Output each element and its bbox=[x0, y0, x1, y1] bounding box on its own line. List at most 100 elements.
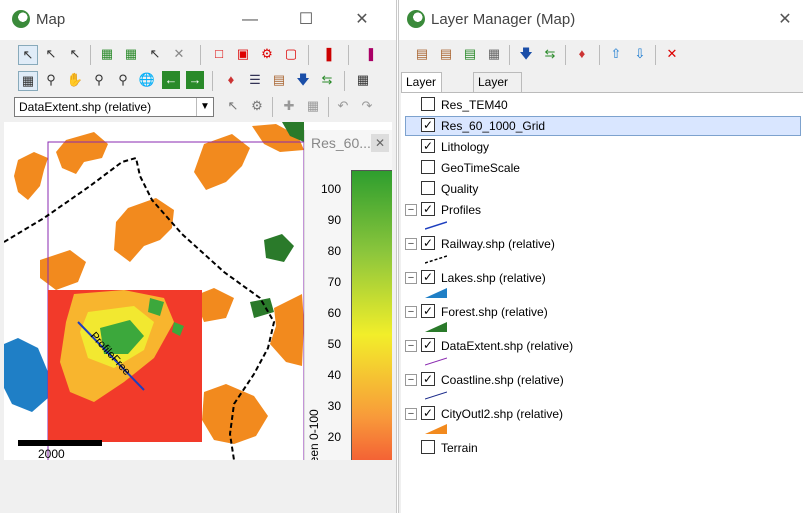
attribute-table-icon[interactable]: ▦ bbox=[485, 45, 503, 63]
layer-row[interactable]: − ✓ DataExtent.shp (relative) bbox=[401, 336, 801, 356]
zoom-extent-icon[interactable]: ⚲ bbox=[42, 71, 60, 89]
refresh-icon[interactable]: ⇆ bbox=[318, 71, 336, 89]
color-bar-icon[interactable]: ❚ bbox=[362, 45, 380, 63]
add-vertex-icon[interactable]: ✚ bbox=[280, 97, 298, 115]
move-down-arrow-icon[interactable]: ⇩ bbox=[631, 45, 649, 63]
layer-row[interactable]: − ✓ CityOutl2.shp (relative) bbox=[401, 404, 801, 424]
layer-visibility-checkbox[interactable] bbox=[421, 440, 435, 454]
layer-label: DataExtent.shp (relative) bbox=[441, 339, 574, 353]
add-layer-icon[interactable]: ♦ bbox=[222, 71, 240, 89]
layer-row[interactable]: Quality bbox=[401, 179, 801, 199]
layer-symbol-purple-line bbox=[424, 355, 448, 366]
layer-visibility-checkbox[interactable]: ✓ bbox=[421, 406, 435, 420]
layer-visibility-checkbox[interactable]: ✓ bbox=[421, 304, 435, 318]
layer-row[interactable]: GeoTimeScale bbox=[401, 158, 801, 178]
pointer-icon[interactable]: ↖ bbox=[18, 45, 38, 65]
layer-visibility-checkbox[interactable]: ✓ bbox=[421, 139, 435, 153]
add-layer-icon[interactable]: ♦ bbox=[573, 45, 591, 63]
layer-edit-icon[interactable]: ▤ bbox=[437, 45, 455, 63]
collapse-icon[interactable]: − bbox=[405, 204, 417, 216]
collapse-icon[interactable]: − bbox=[405, 374, 417, 386]
move-down-icon[interactable]: 🡇 bbox=[294, 71, 312, 89]
layer-row[interactable]: − ✓ Lakes.shp (relative) bbox=[401, 268, 801, 288]
frame-icon[interactable]: ▣ bbox=[234, 45, 252, 63]
layer-row[interactable]: Res_TEM40 bbox=[401, 95, 801, 115]
city-area bbox=[40, 250, 86, 290]
layer-visibility-checkbox[interactable]: ✓ bbox=[421, 118, 435, 132]
layer-combo[interactable]: DataExtent.shp (relative) ▼ bbox=[14, 97, 214, 117]
select-icon[interactable]: ↖ bbox=[42, 45, 60, 63]
map-grid-icon[interactable]: ▦ bbox=[18, 71, 38, 91]
collapse-icon[interactable]: − bbox=[405, 408, 417, 420]
legend-close-icon[interactable]: ✕ bbox=[371, 134, 389, 152]
map-toolbar-navigate: ▦ ⚲ ✋ ⚲ ⚲ 🌐 ← → ♦ ☰ ▤ 🡇 ⇆ ▦ bbox=[4, 68, 394, 94]
layer-visibility-checkbox[interactable] bbox=[421, 160, 435, 174]
layer-row[interactable]: Terrain bbox=[401, 438, 801, 458]
tab-layer-groups[interactable]: Layer Groups bbox=[473, 72, 523, 108]
select-area-icon[interactable]: ▦ bbox=[122, 45, 140, 63]
layer-visibility-checkbox[interactable]: ✓ bbox=[421, 270, 435, 284]
legend-tick: 60 bbox=[327, 306, 341, 320]
layer-row[interactable]: ✓ Lithology bbox=[401, 137, 801, 157]
layer-properties-icon[interactable]: ▤ bbox=[270, 71, 288, 89]
zoom-out-icon[interactable]: ⚲ bbox=[114, 71, 132, 89]
layer-label: Res_TEM40 bbox=[441, 98, 508, 112]
map-canvas[interactable]: ProfileFree Res_60... ✕ 100 90 80 70 60 … bbox=[4, 122, 392, 460]
gear-red-icon[interactable]: ⚙ bbox=[258, 45, 276, 63]
edit-shape-icon[interactable]: ⚙ bbox=[248, 97, 266, 115]
move-up-icon[interactable]: ⇧ bbox=[607, 45, 625, 63]
layer-row[interactable]: − ✓ Coastline.shp (relative) bbox=[401, 370, 801, 390]
layer-visibility-checkbox[interactable]: ✓ bbox=[421, 372, 435, 386]
grid-icon[interactable]: ▦ bbox=[354, 71, 372, 89]
layer-manager-titlebar[interactable]: Layer Manager (Map) ✕ bbox=[399, 0, 803, 40]
refresh-icon[interactable]: ⇆ bbox=[541, 45, 559, 63]
edit-red-icon[interactable]: ▢ bbox=[282, 45, 300, 63]
undo-icon[interactable]: ↶ bbox=[334, 97, 352, 115]
legend-axis-label: Red Green 0-100 bbox=[307, 409, 321, 460]
layer-row[interactable]: − ✓ Profiles bbox=[401, 200, 801, 220]
zoom-in-icon[interactable]: ⚲ bbox=[90, 71, 108, 89]
layer-row[interactable]: ✓ Res_60_1000_Grid bbox=[401, 116, 801, 136]
layer-style-icon[interactable]: ▤ bbox=[461, 45, 479, 63]
edit-pointer-icon[interactable]: ↖ bbox=[224, 97, 242, 115]
layer-visibility-checkbox[interactable]: ✓ bbox=[421, 338, 435, 352]
layer-visibility-checkbox[interactable] bbox=[421, 97, 435, 111]
globe-icon[interactable]: 🌐 bbox=[138, 71, 156, 89]
layer-row[interactable]: − ✓ Railway.shp (relative) bbox=[401, 234, 801, 254]
chevron-down-icon[interactable]: ▼ bbox=[196, 98, 213, 116]
close-icon[interactable]: ✕ bbox=[771, 8, 799, 32]
minimize-icon[interactable]: — bbox=[236, 8, 264, 32]
close-icon[interactable]: ✕ bbox=[348, 8, 376, 32]
move-down-icon[interactable]: 🡇 bbox=[517, 45, 535, 63]
layers-icon[interactable]: ☰ bbox=[246, 71, 264, 89]
layer-visibility-checkbox[interactable]: ✓ bbox=[421, 202, 435, 216]
layer-visibility-checkbox[interactable]: ✓ bbox=[421, 236, 435, 250]
rectangle-icon[interactable]: □ bbox=[210, 45, 228, 63]
layer-row[interactable]: − ✓ Forest.shp (relative) bbox=[401, 302, 801, 322]
layer-visibility-checkbox[interactable] bbox=[421, 181, 435, 195]
table-icon[interactable]: ▦ bbox=[304, 97, 322, 115]
map-titlebar[interactable]: Map — ☐ ✕ bbox=[0, 0, 396, 40]
tab-layer-order[interactable]: Layer Order bbox=[401, 72, 442, 108]
bar-red-icon[interactable]: ❚ bbox=[320, 45, 338, 63]
select-all-icon[interactable]: ↖ bbox=[66, 45, 84, 63]
select-box-icon[interactable]: ▦ bbox=[98, 45, 116, 63]
clear-selection-icon[interactable]: ✕ bbox=[170, 45, 188, 63]
city-area bbox=[14, 152, 48, 200]
back-icon[interactable]: ← bbox=[162, 71, 180, 89]
forward-icon[interactable]: → bbox=[186, 71, 204, 89]
collapse-icon[interactable]: − bbox=[405, 272, 417, 284]
layer-combo-value: DataExtent.shp (relative) bbox=[19, 100, 152, 114]
layer-symbol-blue-line bbox=[424, 219, 448, 230]
pan-icon[interactable]: ✋ bbox=[66, 71, 84, 89]
city-area bbox=[270, 294, 304, 366]
collapse-icon[interactable]: − bbox=[405, 340, 417, 352]
maximize-icon[interactable]: ☐ bbox=[292, 8, 320, 32]
redo-icon[interactable]: ↷ bbox=[358, 97, 376, 115]
layer-add-icon[interactable]: ▤ bbox=[413, 45, 431, 63]
select-by-icon[interactable]: ↖ bbox=[146, 45, 164, 63]
remove-layer-icon[interactable]: ✕ bbox=[663, 45, 681, 63]
layer-label: Lakes.shp (relative) bbox=[441, 271, 546, 285]
collapse-icon[interactable]: − bbox=[405, 238, 417, 250]
collapse-icon[interactable]: − bbox=[405, 306, 417, 318]
